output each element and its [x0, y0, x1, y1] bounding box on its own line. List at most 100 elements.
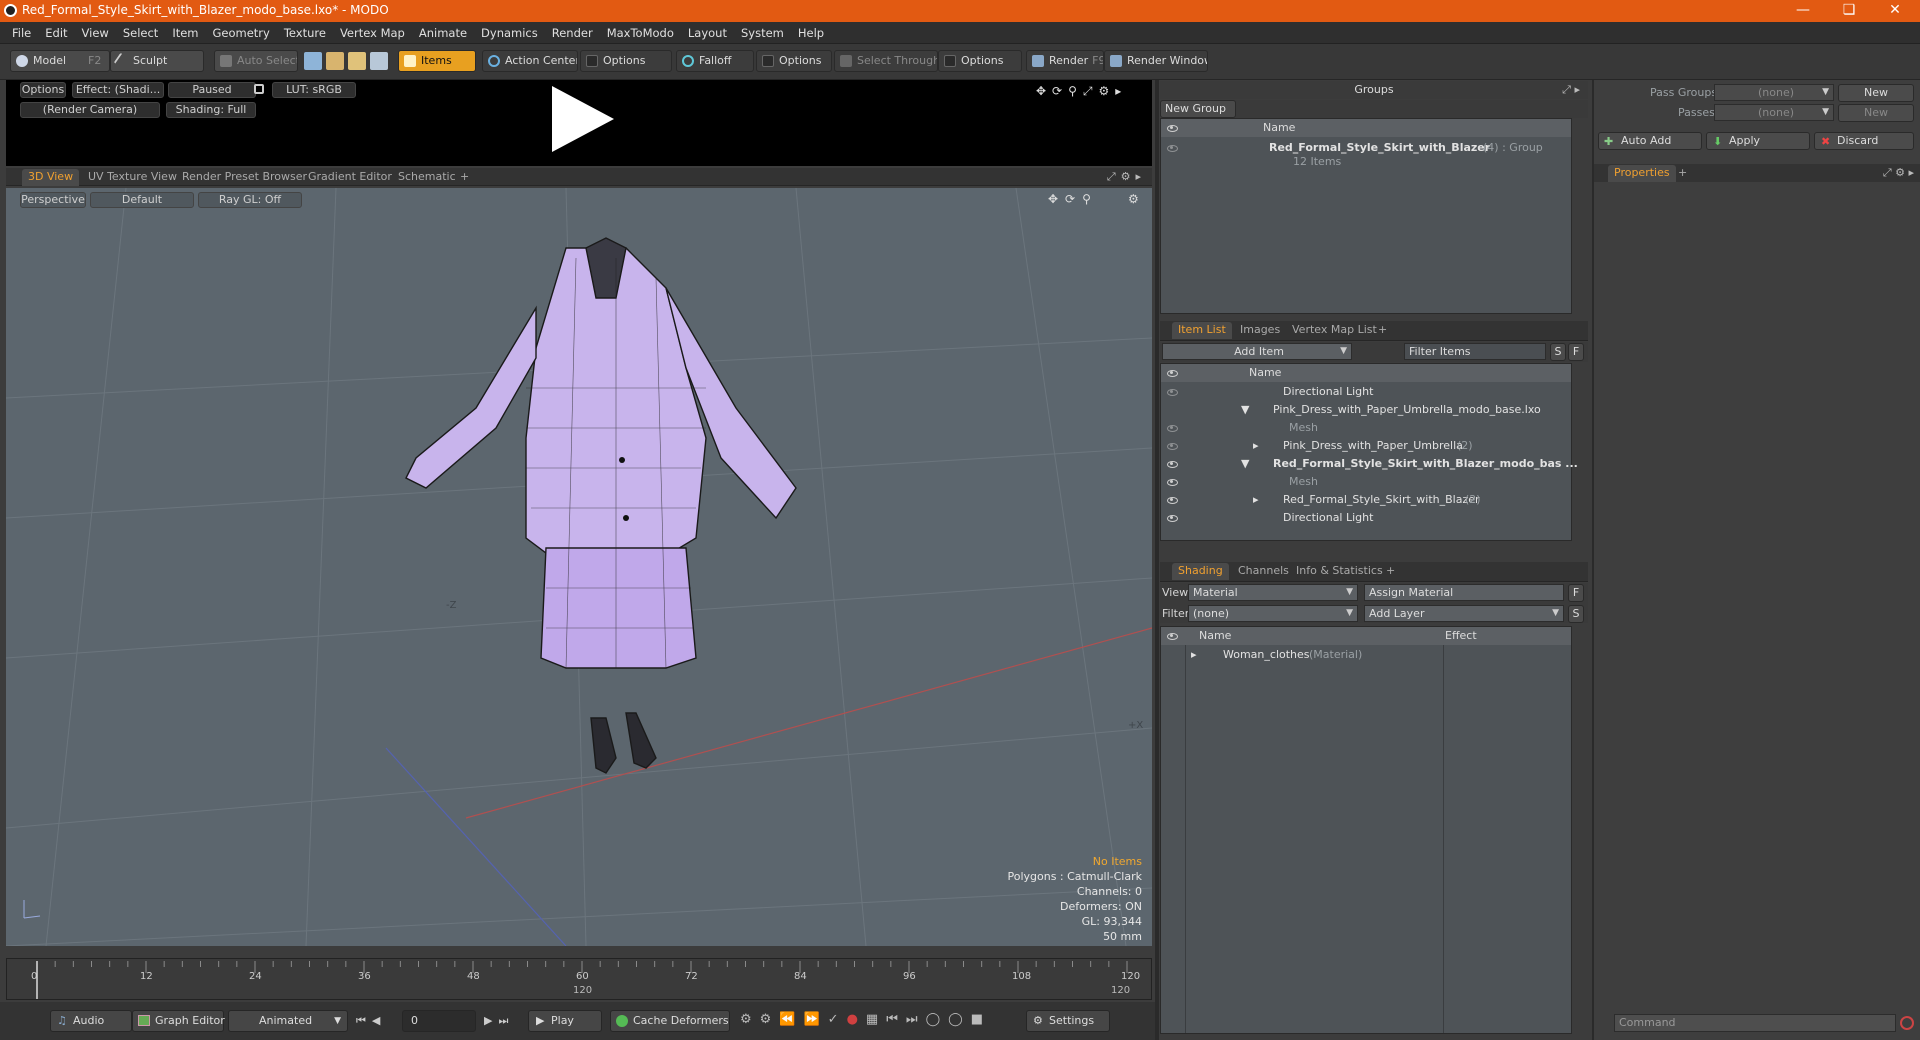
view-material-dropdown[interactable]: Material ▼ [1188, 584, 1358, 601]
add-tab-button[interactable]: + [1372, 322, 1393, 339]
preview-nav-icons[interactable]: ✥⟳⚲⤢⚙▸ [1036, 84, 1127, 99]
eye-icon[interactable] [1167, 443, 1178, 450]
viewport-settings-icon[interactable]: ⚙ [1128, 192, 1139, 206]
add-tab-button[interactable]: + [454, 169, 475, 186]
view-tab-tools[interactable]: ⤢⚙▸ [1107, 170, 1146, 184]
command-input[interactable]: Command [1614, 1014, 1896, 1032]
pass-groups-dropdown[interactable]: (none) ▼ [1714, 84, 1834, 101]
timeline[interactable]: 0 12 24 36 48 60 72 84 96 108 120 120 120 [6, 958, 1152, 1000]
paused-button[interactable]: Paused [168, 82, 256, 98]
eye-icon[interactable] [1167, 479, 1178, 486]
viewport-nav-icons[interactable]: ✥⟳⚲ [1048, 192, 1098, 206]
polygons-mode-icon[interactable] [348, 52, 366, 70]
assign-material-button[interactable]: Assign Material [1364, 584, 1564, 601]
tab-info-statistics[interactable]: Info & Statistics [1290, 563, 1389, 580]
key-tools-icons[interactable]: ⚙⚙⏪⏩✓●▦⏮⏭◯◯■ [740, 1012, 991, 1027]
render-window-button[interactable]: Render Window [1104, 50, 1208, 72]
render-button[interactable]: RenderF9 [1026, 50, 1104, 72]
eye-icon[interactable] [1167, 125, 1178, 132]
audio-button[interactable]: ♫ Audio [50, 1010, 132, 1032]
eye-icon[interactable] [1167, 145, 1178, 152]
tab-channels[interactable]: Channels [1232, 563, 1295, 580]
menu-select[interactable]: Select [116, 22, 165, 44]
effect-dropdown[interactable]: Effect: (Shadi... [72, 82, 164, 98]
render-camera-dropdown[interactable]: (Render Camera) [20, 102, 160, 118]
lock-icon[interactable] [254, 84, 264, 94]
shading-s-button[interactable]: S [1568, 605, 1584, 623]
auto-add-button[interactable]: ✚ Auto Add [1598, 132, 1702, 150]
menu-dynamics[interactable]: Dynamics [474, 22, 545, 44]
menu-texture[interactable]: Texture [277, 22, 333, 44]
menu-layout[interactable]: Layout [681, 22, 734, 44]
minimize-button[interactable]: — [1780, 0, 1826, 22]
list-item[interactable]: ▼ Pink_Dress_with_Paper_Umbrella_modo_bas… [1161, 401, 1571, 419]
perspective-dropdown[interactable]: Perspective [20, 192, 86, 208]
restore-button[interactable]: ❏ [1826, 0, 1872, 22]
eye-icon[interactable] [1167, 515, 1178, 522]
tab-vertex-map-list[interactable]: Vertex Map List [1286, 322, 1383, 339]
eye-icon[interactable] [1167, 497, 1178, 504]
add-tab-button[interactable]: + [1672, 165, 1693, 182]
menu-geometry[interactable]: Geometry [206, 22, 277, 44]
menu-item[interactable]: Item [165, 22, 205, 44]
eye-icon[interactable] [1167, 370, 1178, 377]
menu-help[interactable]: Help [791, 22, 831, 44]
preview-options-button[interactable]: Options [20, 82, 66, 98]
edges-mode-icon[interactable] [326, 52, 344, 70]
options-button-1[interactable]: Options [580, 50, 672, 72]
list-item[interactable]: ▸ Pink_Dress_with_Paper_Umbrella (2) [1161, 437, 1571, 455]
auto-select-button[interactable]: Auto Select [214, 50, 298, 72]
menu-edit[interactable]: Edit [38, 22, 74, 44]
tab-gradient-editor[interactable]: Gradient Editor [302, 169, 398, 186]
list-item[interactable]: Mesh [1161, 473, 1571, 491]
options-button-3[interactable]: Options [938, 50, 1022, 72]
materials-mode-icon[interactable] [370, 52, 388, 70]
discard-button[interactable]: ✖ Discard [1814, 132, 1914, 150]
filter-dropdown[interactable]: (none) ▼ [1188, 605, 1358, 622]
tab-uv-texture-view[interactable]: UV Texture View [82, 169, 183, 186]
tab-render-preset-browser[interactable]: Render Preset Browser [176, 169, 313, 186]
add-item-dropdown[interactable]: Add Item ▼ [1162, 343, 1352, 360]
eye-icon[interactable] [1167, 633, 1178, 640]
eye-icon[interactable] [1167, 425, 1178, 432]
groups-expand-icon[interactable]: ⤢ ▸ [1562, 81, 1580, 99]
properties-expand-icon[interactable]: ⤢ ⚙ ▸ [1883, 166, 1914, 180]
eye-icon[interactable] [1167, 461, 1178, 468]
menu-maxtomodo[interactable]: MaxToModo [600, 22, 681, 44]
filter-s-button[interactable]: S [1550, 343, 1566, 361]
tab-item-list[interactable]: Item List [1172, 322, 1232, 339]
material-row[interactable]: ▸ Woman_clothes (Material) [1161, 646, 1571, 664]
add-tab-button[interactable]: + [1380, 563, 1401, 580]
cache-deformers-button[interactable]: Cache Deformers [610, 1010, 730, 1032]
options-button-2[interactable]: Options [756, 50, 832, 72]
menu-vertex-map[interactable]: Vertex Map [333, 22, 412, 44]
tab-properties[interactable]: Properties [1608, 165, 1676, 182]
filter-items-input[interactable]: Filter Items [1404, 343, 1546, 360]
list-item[interactable]: Directional Light [1161, 383, 1571, 401]
eye-icon[interactable] [1167, 389, 1178, 396]
apply-button[interactable]: ⬇ Apply [1706, 132, 1810, 150]
shading-dropdown[interactable]: Shading: Full [166, 102, 256, 118]
list-item[interactable]: Directional Light [1161, 509, 1571, 527]
play-preview-icon[interactable] [552, 86, 614, 152]
passes-dropdown[interactable]: (none) ▼ [1714, 104, 1834, 121]
default-dropdown[interactable]: Default [90, 192, 194, 208]
select-through-button[interactable]: Select Through [834, 50, 938, 72]
vertices-mode-icon[interactable] [304, 52, 322, 70]
menu-animate[interactable]: Animate [412, 22, 474, 44]
step-forward-icons[interactable]: ▶⏭ [484, 1014, 514, 1028]
list-item[interactable]: Mesh [1161, 419, 1571, 437]
group-row[interactable]: Red_Formal_Style_Skirt_with_Blazer (4) :… [1161, 139, 1571, 157]
shading-f-button[interactable]: F [1568, 584, 1584, 602]
filter-f-button[interactable]: F [1568, 343, 1584, 361]
close-button[interactable]: ✕ [1872, 0, 1918, 22]
settings-button[interactable]: ⚙ Settings [1026, 1010, 1110, 1032]
lut-dropdown[interactable]: LUT: sRGB [272, 82, 356, 98]
new-group-button[interactable]: New Group [1160, 100, 1236, 118]
add-layer-dropdown[interactable]: Add Layer ▼ [1364, 605, 1564, 622]
tab-3d-view[interactable]: 3D View [22, 169, 80, 186]
menu-file[interactable]: File [0, 22, 38, 44]
raygl-dropdown[interactable]: Ray GL: Off [198, 192, 302, 208]
column-divider[interactable] [1155, 80, 1159, 1040]
menu-view[interactable]: View [75, 22, 116, 44]
